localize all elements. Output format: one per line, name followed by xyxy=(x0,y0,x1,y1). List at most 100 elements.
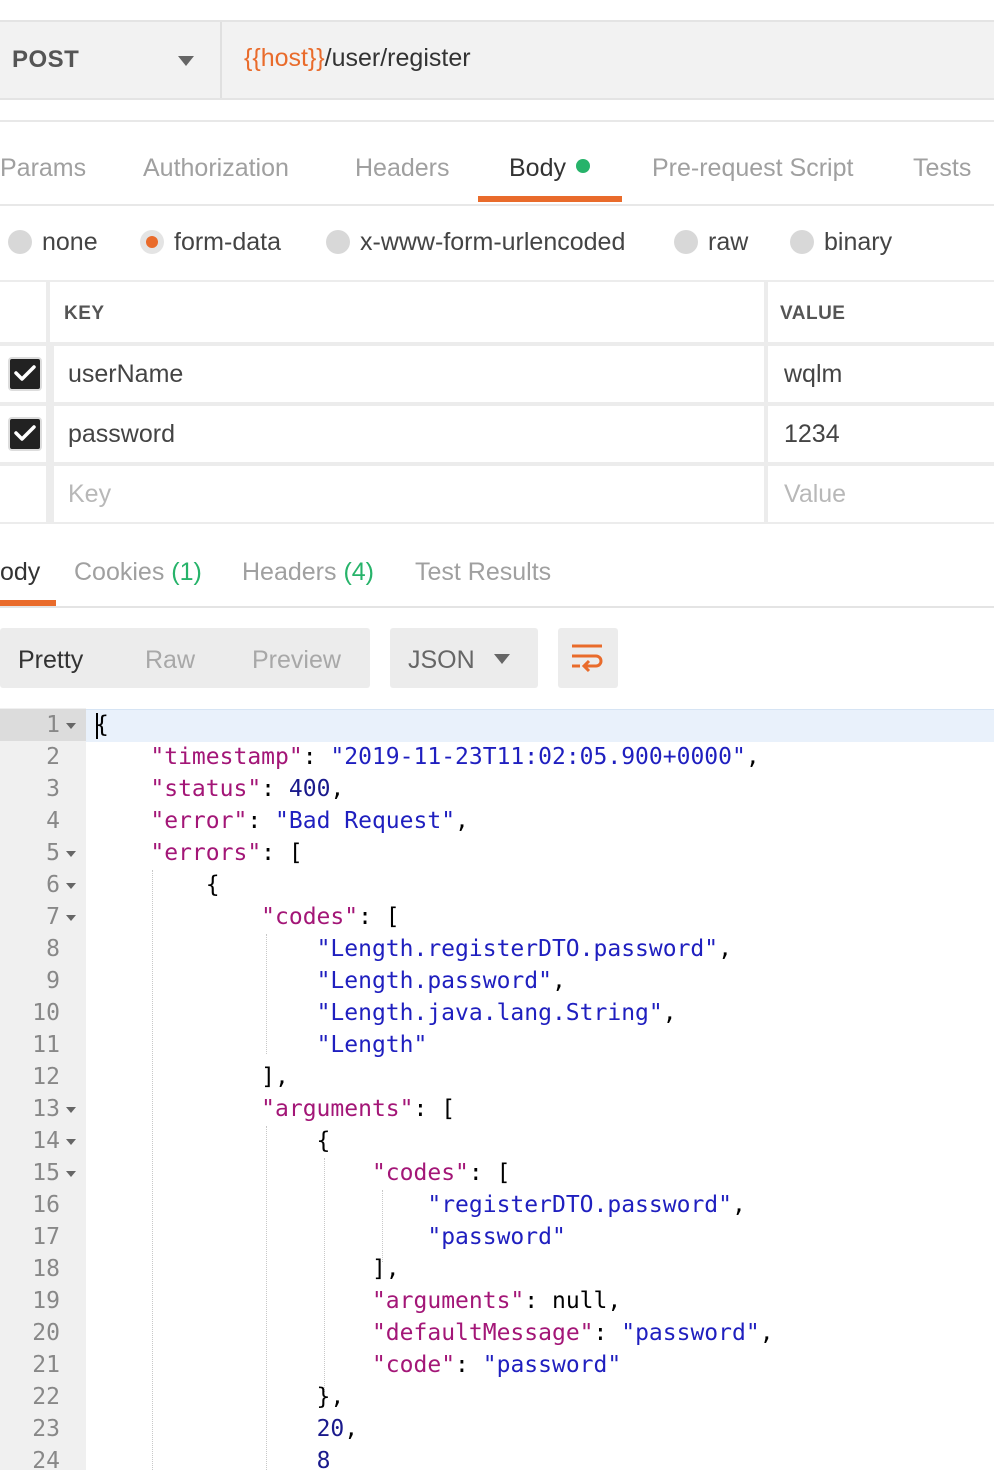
fold-arrow-icon[interactable] xyxy=(66,1171,76,1177)
line-number: 6 xyxy=(46,872,60,898)
radio-x-www-form-urlencoded-label[interactable]: x-www-form-urlencoded xyxy=(360,228,625,257)
format-dropdown[interactable]: JSON xyxy=(390,628,538,688)
row-2-key-cell[interactable]: password xyxy=(54,406,764,462)
table-header-key: KEY xyxy=(50,282,764,342)
row-1-checkbox[interactable] xyxy=(8,357,42,391)
code-line: }, xyxy=(95,1384,345,1410)
table-row-check-cell xyxy=(0,346,46,402)
tab-params[interactable]: Params xyxy=(0,154,86,183)
tab-tests[interactable]: Tests xyxy=(913,154,971,183)
new-key-input[interactable]: Key xyxy=(54,466,764,522)
active-tab-underline xyxy=(478,196,622,202)
fold-arrow-icon[interactable] xyxy=(66,723,76,729)
wrap-lines-button[interactable] xyxy=(558,628,618,688)
form-data-table: KEY VALUE userName wqlm password 1234 Ke… xyxy=(0,282,994,524)
radio-x-www-form-urlencoded[interactable] xyxy=(326,230,350,254)
response-tabs: ody Cookies (1) Headers (4) Test Results xyxy=(0,526,994,608)
format-label: JSON xyxy=(408,646,475,674)
line-number: 21 xyxy=(32,1352,60,1378)
line-number: 19 xyxy=(32,1288,60,1314)
line-number: 18 xyxy=(32,1256,60,1282)
code-line: "password" xyxy=(427,1224,566,1250)
tab-pre-request-script[interactable]: Pre-request Script xyxy=(652,154,853,183)
code-line: "Length" xyxy=(316,1032,428,1058)
line-number: 13 xyxy=(32,1096,60,1122)
active-line-highlight xyxy=(86,709,994,742)
code-line: "defaultMessage": "password", xyxy=(371,1320,774,1346)
chevron-down-icon xyxy=(494,654,510,664)
radio-form-data-label[interactable]: form-data xyxy=(174,228,281,257)
method-dropdown[interactable]: POST xyxy=(0,22,222,98)
code-line: ], xyxy=(95,1256,400,1282)
body-indicator-dot-icon xyxy=(575,159,590,174)
line-number: 8 xyxy=(46,936,60,962)
tab-body[interactable]: Body xyxy=(509,154,590,183)
code-line: "errors": [ xyxy=(150,840,303,866)
headers-count: (4) xyxy=(343,558,375,586)
radio-none-label[interactable]: none xyxy=(42,228,98,257)
code-line: "arguments": null, xyxy=(371,1288,622,1314)
tab-headers[interactable]: Headers xyxy=(355,154,450,183)
fold-arrow-icon[interactable] xyxy=(66,883,76,889)
code-line: "error": "Bad Request", xyxy=(150,808,469,834)
radio-raw[interactable] xyxy=(674,230,698,254)
line-number: 9 xyxy=(46,968,60,994)
radio-binary-label[interactable]: binary xyxy=(824,228,892,257)
tab-body-label: Body xyxy=(509,154,566,182)
view-preview-button[interactable]: Preview xyxy=(252,646,341,675)
radio-none[interactable] xyxy=(8,230,32,254)
view-raw-button[interactable]: Raw xyxy=(145,646,195,675)
line-number: 16 xyxy=(32,1192,60,1218)
row-2-value-cell[interactable]: 1234 xyxy=(768,406,994,462)
line-number: 15 xyxy=(32,1160,60,1186)
cookies-label: Cookies xyxy=(74,558,165,586)
radio-binary[interactable] xyxy=(790,230,814,254)
wrap-lines-icon xyxy=(572,644,603,673)
row-2-checkbox[interactable] xyxy=(8,417,42,451)
row-1-key-cell[interactable]: userName xyxy=(54,346,764,402)
fold-arrow-icon[interactable] xyxy=(66,1107,76,1113)
value-column-header: VALUE xyxy=(780,303,846,324)
row-1-value-cell[interactable]: wqlm xyxy=(768,346,994,402)
tab-authorization[interactable]: Authorization xyxy=(143,154,289,183)
code-line: "status": 400, xyxy=(150,776,345,802)
fold-arrow-icon[interactable] xyxy=(66,915,76,921)
value-placeholder: Value xyxy=(784,480,847,508)
key-column-header: KEY xyxy=(64,303,105,324)
response-tab-body[interactable]: ody xyxy=(0,558,40,587)
checkmark-icon xyxy=(14,365,36,381)
url-input[interactable]: {{host}}/user/register xyxy=(244,44,471,73)
code-line: "Length.java.lang.String", xyxy=(316,1000,677,1026)
code-line: { xyxy=(95,872,220,898)
response-code-editor[interactable]: 1 2 3 4 5 6 7 8 9 10 11 12 13 14 15 16 17 18 19 20 21 22 23 24 … xyxy=(0,708,994,1470)
key-placeholder: Key xyxy=(68,480,112,508)
line-number: 17 xyxy=(32,1224,60,1250)
active-response-tab-underline xyxy=(0,600,56,606)
response-tab-cookies[interactable]: Cookies (1) xyxy=(74,558,202,587)
line-number: 12 xyxy=(32,1064,60,1090)
line-number: 4 xyxy=(46,808,60,834)
code-line: "Length.registerDTO.password", xyxy=(316,936,732,962)
method-label: POST xyxy=(12,46,80,73)
line-number: 23 xyxy=(32,1416,60,1442)
code-line: "timestamp": "2019-11-23T11:02:05.900+00… xyxy=(150,744,760,770)
code-line: "Length.password", xyxy=(316,968,566,994)
response-tab-test-results[interactable]: Test Results xyxy=(415,558,551,587)
line-number: 14 xyxy=(32,1128,60,1154)
row-2-key: password xyxy=(68,420,175,448)
view-pretty-button[interactable]: Pretty xyxy=(18,646,83,675)
fold-arrow-icon[interactable] xyxy=(66,1139,76,1145)
table-header-check-cell xyxy=(0,282,46,342)
code-line: "codes": [ xyxy=(371,1160,511,1186)
code-line: 8 xyxy=(316,1448,331,1470)
fold-arrow-icon[interactable] xyxy=(66,851,76,857)
line-number: 1 xyxy=(46,712,60,738)
headers-label: Headers xyxy=(242,558,337,586)
row-1-key: userName xyxy=(68,360,184,388)
radio-raw-label[interactable]: raw xyxy=(708,228,748,257)
line-number: 3 xyxy=(46,776,60,802)
row-1-value: wqlm xyxy=(784,360,843,388)
radio-form-data[interactable] xyxy=(140,230,164,254)
new-value-input[interactable]: Value xyxy=(768,466,994,522)
response-tab-headers[interactable]: Headers (4) xyxy=(242,558,374,587)
